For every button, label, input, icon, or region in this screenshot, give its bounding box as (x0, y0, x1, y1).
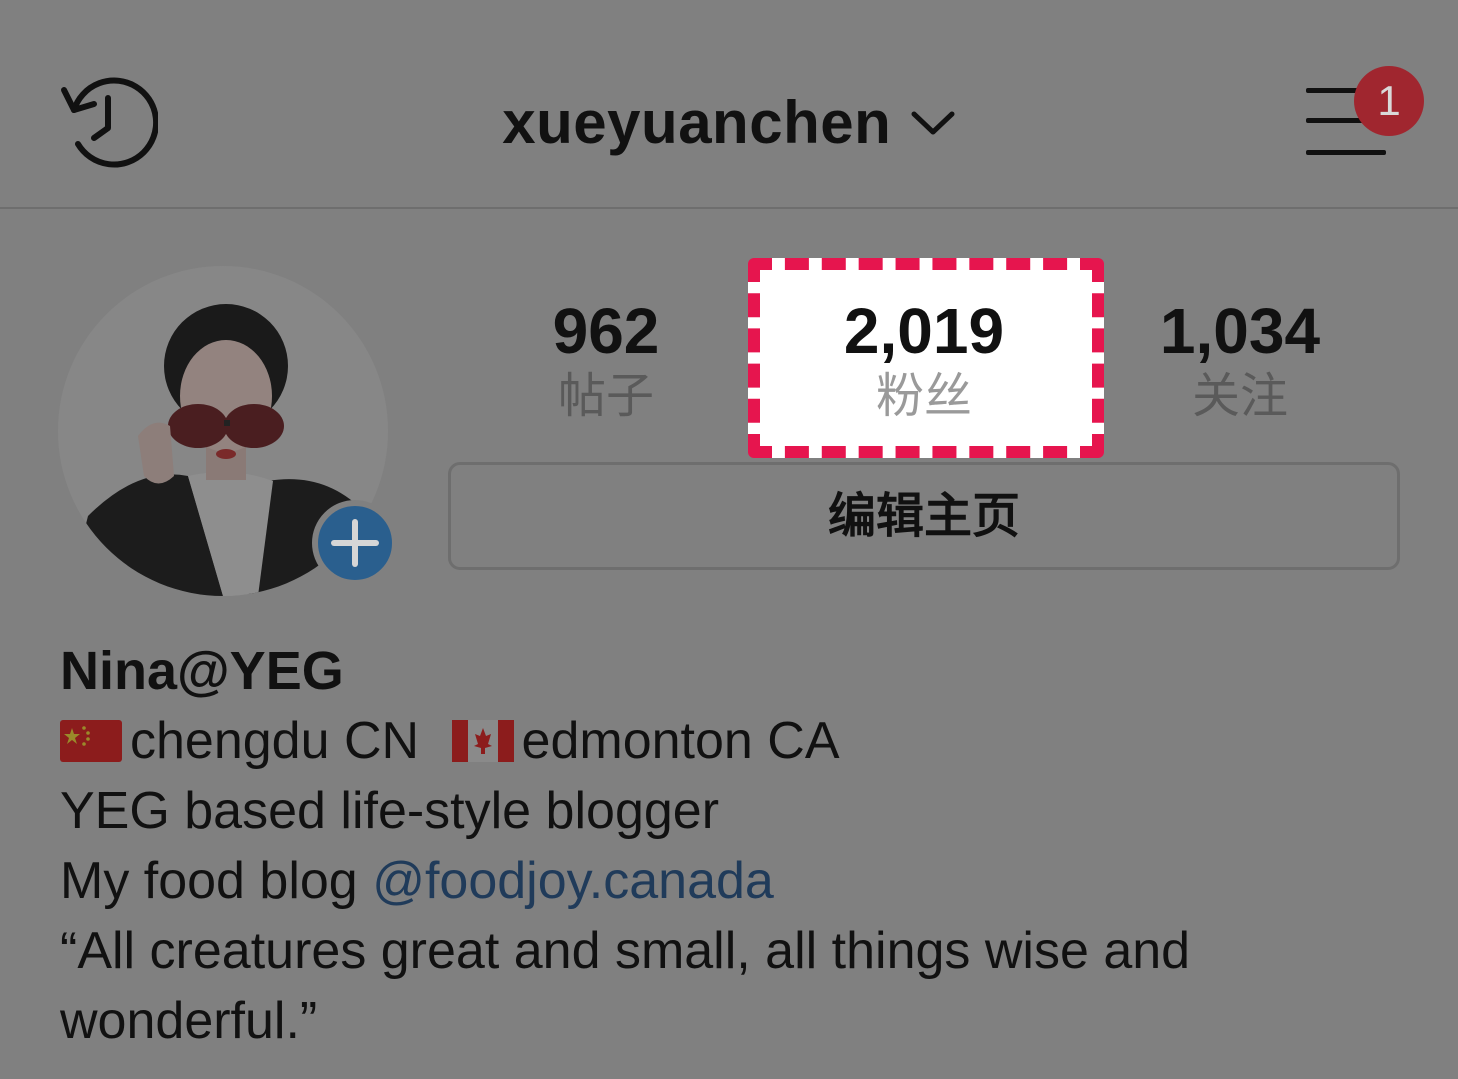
edit-profile-button[interactable]: 编辑主页 (448, 462, 1400, 570)
display-name: Nina@YEG (60, 641, 344, 701)
bio-description: YEG based life-style blogger (60, 782, 720, 840)
bio-quote-line-1: “All creatures great and small, all thin… (60, 922, 1191, 980)
food-blog-mention-link[interactable]: @foodjoy.canada (372, 852, 774, 910)
bio-location-line: chengdu CN edmonton CA (60, 706, 1420, 776)
followers-label: 粉丝 (875, 368, 972, 424)
following-count: 1,034 (1159, 295, 1321, 367)
top-bar: xueyuanchen 1 (0, 0, 1458, 209)
profile-bio: Nina@YEG chengdu CN edmonton CA YEG base… (60, 636, 1420, 1056)
china-flag-icon (60, 720, 122, 762)
followers-stat[interactable]: 2,019 粉丝 (794, 294, 1054, 424)
plus-icon (331, 519, 379, 567)
canada-flag-icon (451, 720, 514, 762)
posts-count: 962 (552, 295, 660, 367)
bio-food-blog-line: My food blog @foodjoy.canada (60, 846, 1420, 916)
following-label: 关注 (1191, 368, 1288, 424)
location-to: edmonton CA (521, 712, 840, 770)
divider (0, 207, 1458, 209)
posts-stat[interactable]: 962 帖子 (476, 294, 736, 424)
username-title: xueyuanchen (502, 89, 892, 156)
add-story-button[interactable] (312, 500, 398, 586)
bio-quote-line-2: wonderful.” (60, 992, 318, 1050)
chevron-down-icon (911, 111, 955, 134)
location-from: chengdu CN (130, 712, 420, 770)
followers-count: 2,019 (843, 295, 1005, 367)
notification-badge: 1 (1354, 66, 1424, 136)
following-stat[interactable]: 1,034 关注 (1110, 294, 1370, 424)
posts-label: 帖子 (557, 368, 654, 424)
bio-food-blog-prefix: My food blog (60, 852, 373, 910)
account-switcher[interactable]: xueyuanchen (0, 88, 1458, 157)
